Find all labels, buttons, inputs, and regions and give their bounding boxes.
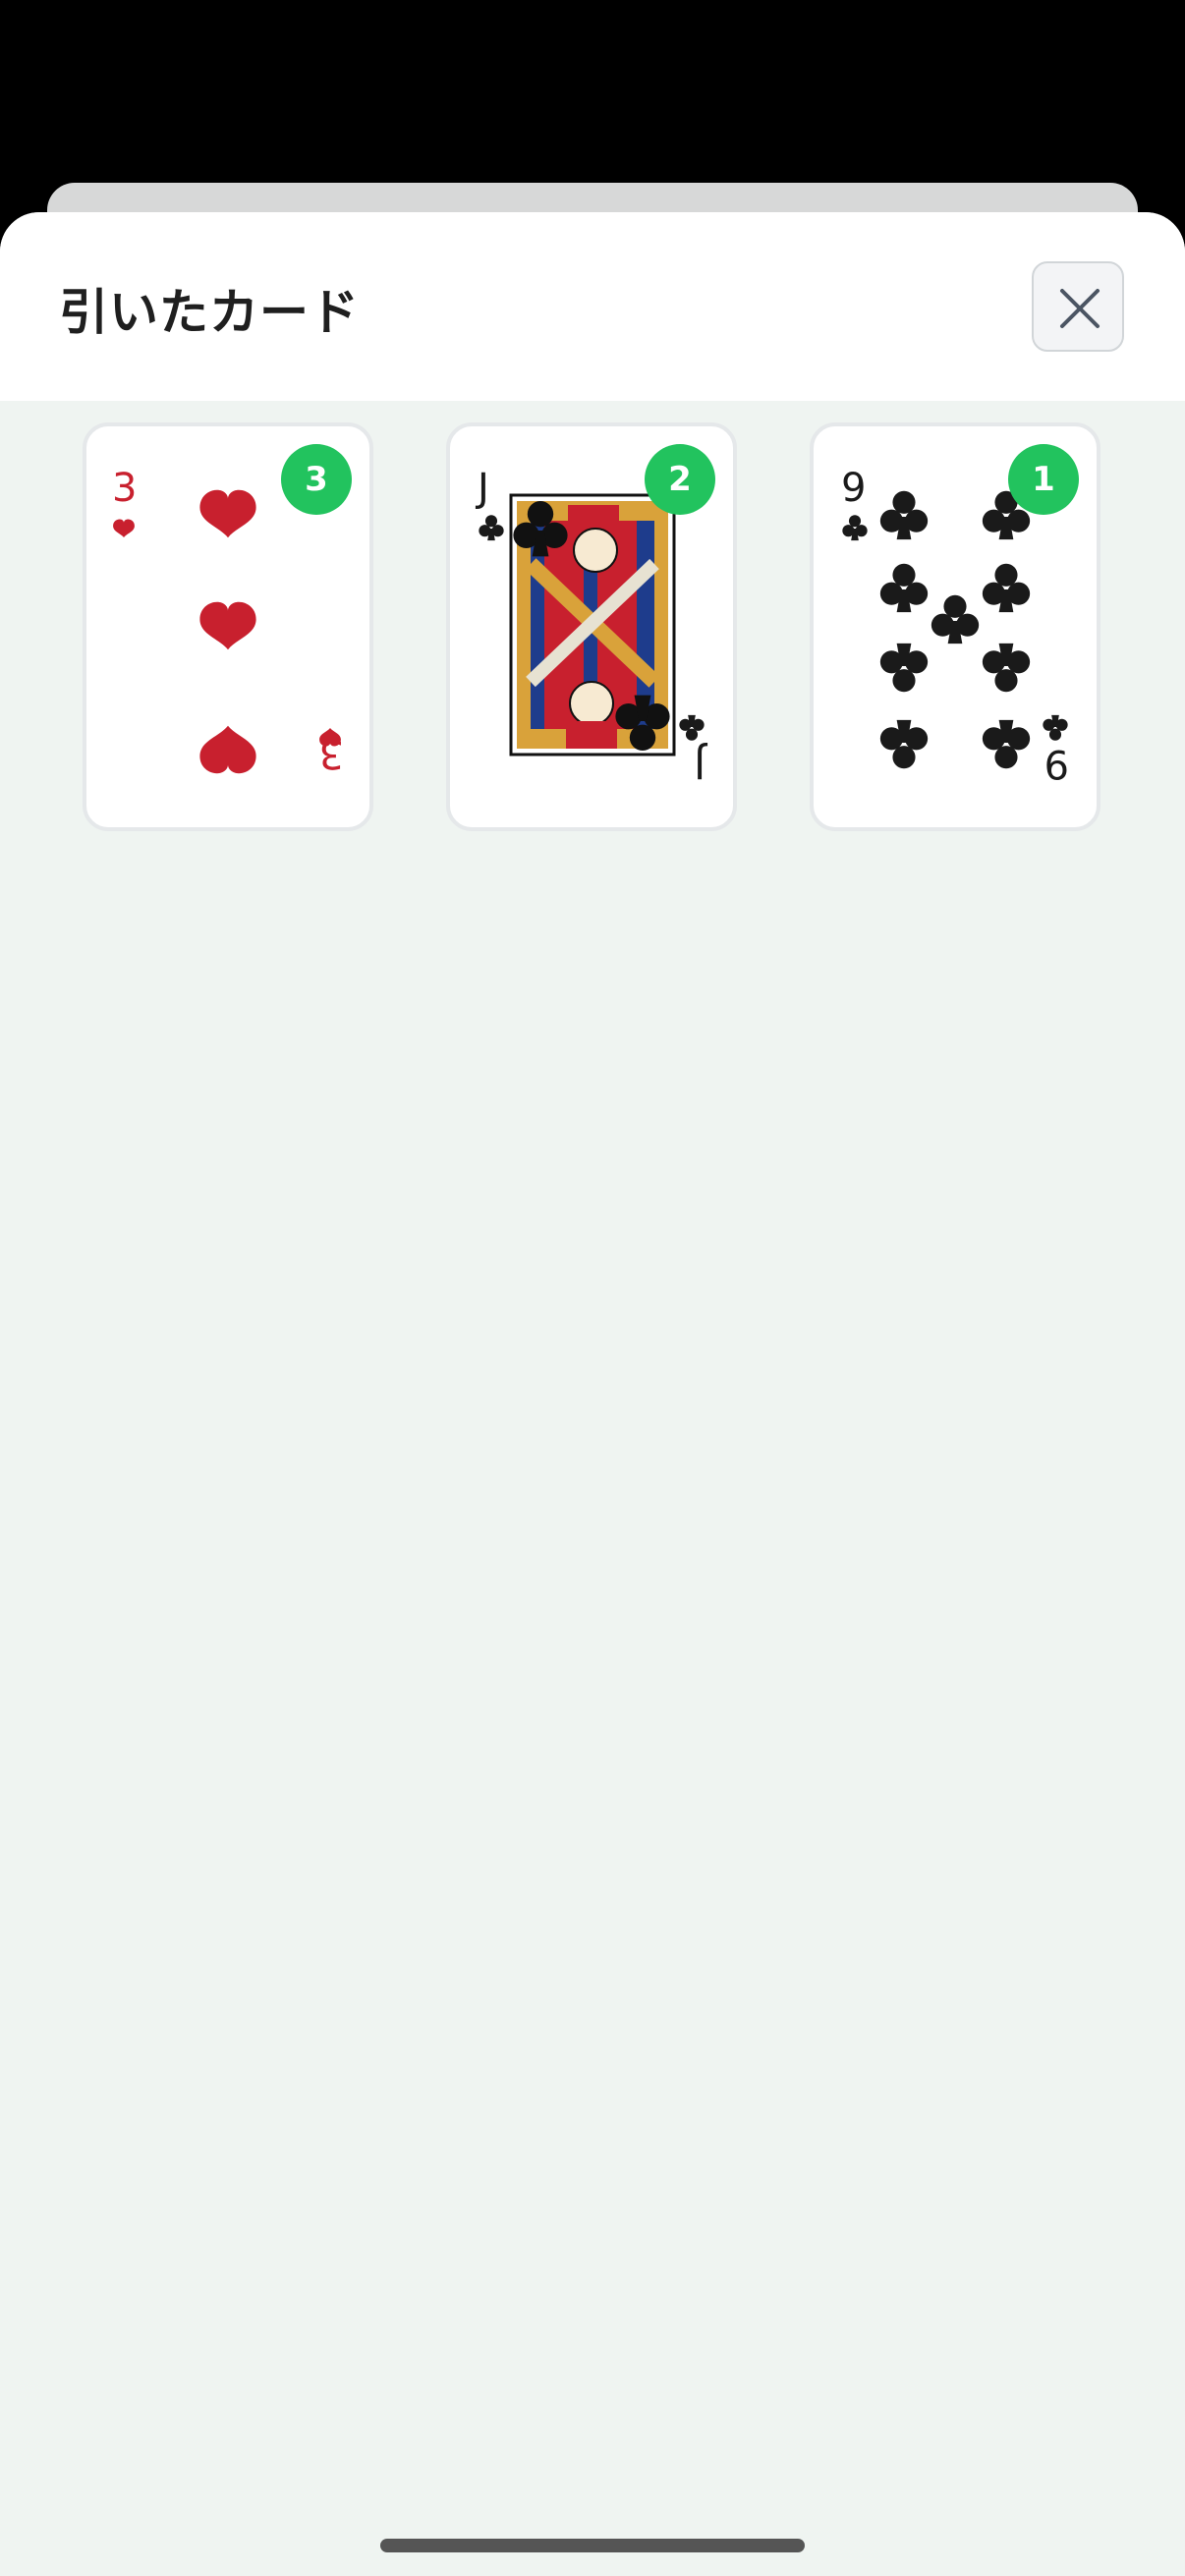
order-badge: 1 [1008,444,1079,515]
heart-icon [199,601,256,650]
club-icon [1043,714,1068,741]
close-button[interactable] [1032,261,1124,352]
sheet-header: 引いたカード [0,212,1185,401]
club-icon [479,515,504,541]
card-rank: 3 [112,466,137,511]
heart-icon [113,519,135,538]
card-3-of-hearts[interactable]: 3 3 3 [83,422,373,831]
sheet-title: 引いたカード [59,284,360,341]
drawn-cards-sheet: 引いたカード 3 3 3 J J 2 9 9 1 [0,212,1185,2576]
card-rank-inverted: 9 [1044,741,1069,786]
club-icon [842,515,868,541]
club-icon [879,719,929,769]
heart-icon [199,725,256,774]
club-icon [679,714,705,741]
heart-icon [199,489,256,538]
club-icon [982,563,1031,613]
card-rank: J [475,466,489,511]
club-icon [982,719,1031,769]
card-jack-of-clubs[interactable]: J J 2 [446,422,737,831]
card-rank-inverted: J [694,741,708,786]
jack-portrait [509,493,676,756]
card-rank: 9 [841,466,866,511]
club-icon [879,563,929,613]
close-icon [1060,289,1100,328]
club-icon [982,643,1031,693]
order-badge: 2 [645,444,715,515]
club-icon [931,594,980,644]
order-badge: 3 [281,444,352,515]
club-icon [879,490,929,540]
club-icon [879,643,929,693]
home-indicator[interactable] [380,2539,805,2552]
card-9-of-clubs[interactable]: 9 9 1 [810,422,1100,831]
